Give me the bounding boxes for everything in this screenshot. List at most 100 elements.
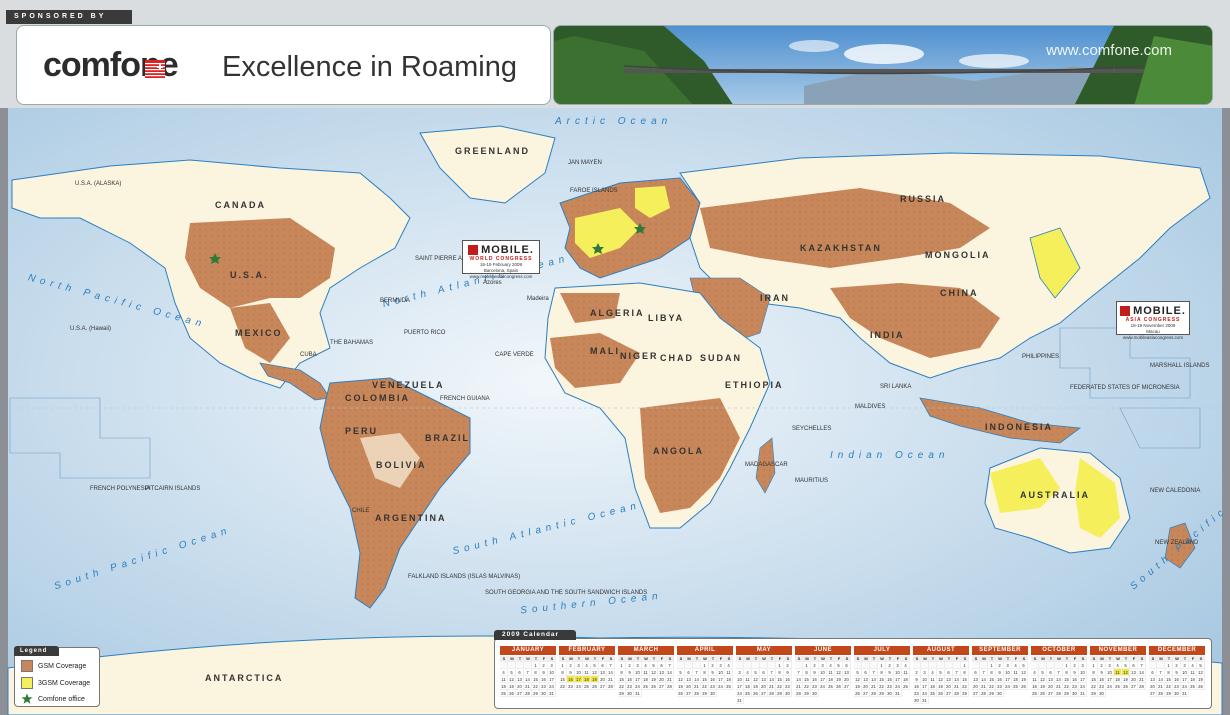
blank-day [752,662,760,669]
calendar-day: 26 [752,690,760,697]
calendar-day: 25 [642,683,650,690]
calendar-day: 1 [1090,662,1098,669]
month-grid: S M T W T F S 1 2 3 4 5 6 7 8 9 10 11 12 13 14 15 16 17 18 19 20 21… [913,656,969,704]
month-grid: S M T W T F S 1 2 3 4 5 6 7 8 9 10 11 12 13 14 15 16 17 18 19 20 21… [677,656,733,697]
sponsor-tab: SPONSORED BY [6,10,132,24]
calendar-day: 9 [996,669,1004,676]
calendar-day: 18 [902,676,910,683]
calendar-day: 3 [736,669,744,676]
calendar-day: 16 [811,676,819,683]
calendar-day: 28 [1055,690,1063,697]
calendar-day: 6 [862,669,870,676]
calendar-day: 16 [567,676,575,683]
calendar-day: 6 [1047,669,1055,676]
calendar-day: 22 [532,683,540,690]
calendar-day: 19 [650,676,658,683]
calendar-day: 21 [524,683,532,690]
calendar-day: 24 [921,690,929,697]
calendar-day: 23 [1071,683,1079,690]
website-url: www.comfone.com [1046,42,1172,59]
calendar-day: 8 [1165,669,1173,676]
calendar-day: 15 [1090,676,1098,683]
calendar-day: 25 [500,690,508,697]
calendar-day: 20 [862,683,870,690]
calendar-day: 7 [870,669,878,676]
calendar-month-december: DECEMBER S M T W T F S 1 2 3 4 5 6 7 8 9 10 11 12 13 14 15 16 17… [1149,646,1205,697]
calendar-day: 11 [744,676,752,683]
calendar-day: 27 [843,683,851,690]
calendar-day: 22 [961,683,969,690]
calendar-day: 25 [725,683,733,690]
calendar-day: 26 [1039,690,1047,697]
month-grid: S M T W T F S 1 2 3 4 5 6 7 8 9 10 11 12 13 14 15 16 17 18 19 20 21… [559,656,615,690]
calendar-day: 16 [709,676,717,683]
calendar-day: 3 [819,662,827,669]
region-pitcairn: PITCAIRN ISLANDS [145,486,201,492]
calendar-day: 8 [776,669,784,676]
calendar-day: 19 [937,683,945,690]
calendar-day: 7 [666,662,674,669]
calendar-day: 30 [1173,690,1181,697]
month-grid: S M T W T F S 1 2 3 4 5 6 7 8 9 10 11 12 13 14 15 16 17 18 19 20 21… [972,656,1028,697]
calendar-day: 7 [1055,669,1063,676]
calendar-day: 22 [803,683,811,690]
calendar-day: 8 [1063,669,1071,676]
calendar-day: 18 [744,683,752,690]
world-map: Arctic Ocean North Pacific Ocean North A… [0,108,1230,715]
calendar-day: 1 [532,662,540,669]
region-mauritius: MAURITIUS [795,478,828,484]
calendar-day: 19 [752,683,760,690]
calendar-day: 2 [784,662,792,669]
mac-name: MOBILE. [1133,305,1186,317]
calendar-day: 21 [1138,676,1146,683]
calendar-day: 14 [524,676,532,683]
month-name: AUGUST [913,646,969,655]
calendar-day: 28 [666,683,674,690]
region-chad: CHAD [660,353,694,363]
calendar-day: 23 [567,683,575,690]
month-name: MARCH [618,646,674,655]
calendar-day: 27 [658,683,666,690]
calendar-day: 5 [1039,669,1047,676]
calendar-day: 2 [996,662,1004,669]
calendar-day: 22 [559,683,567,690]
calendar-day: 20 [599,676,607,683]
calendar-day: 13 [1149,676,1157,683]
calendar-day: 24 [736,690,744,697]
region-indonesia: INDONESIA [985,422,1054,432]
calendar-day: 23 [996,683,1004,690]
month-grid: S M T W T F S 1 2 3 4 5 6 7 8 9 10 11 12 13 14 15 16 17 18 19 20 21… [736,656,792,704]
calendar-day: 28 [693,690,701,697]
calendar-day: 11 [1012,669,1020,676]
calendar-day: 20 [1130,676,1138,683]
region-seychelles: SEYCHELLES [792,426,832,432]
calendar-day: 28 [795,690,803,697]
calendar-day: 19 [835,676,843,683]
calendar-day: 28 [607,683,615,690]
calendar-day: 7 [607,662,615,669]
calendar-day: 11 [583,669,591,676]
month-name: MAY [736,646,792,655]
calendar-day: 6 [658,662,666,669]
calendar-day: 23 [784,683,792,690]
legend-label-3gsm: 3GSM Coverage [38,679,91,687]
calendar-day: 17 [717,676,725,683]
month-grid: S M T W T F S 1 2 3 4 5 6 7 8 9 10 11 12 13 14 15 16 17 18 19 20 21… [1031,656,1087,697]
region-maldives: MALDIVES [855,404,886,410]
calendar-day: 1 [988,662,996,669]
calendar-day: 2 [811,662,819,669]
calendar-day: 25 [902,683,910,690]
calendar-day: 2 [709,662,717,669]
region-micronesia: FEDERATED STATES OF MICRONESIA [1070,385,1180,391]
calendar-day: 9 [626,669,634,676]
calendar-day: 6 [843,662,851,669]
calendar-day: 4 [1012,662,1020,669]
calendar-day: 10 [575,669,583,676]
calendar-day: 10 [921,676,929,683]
calendar-day: 26 [650,683,658,690]
calendar-day: 17 [575,676,583,683]
region-south-georgia: SOUTH GEORGIA AND THE SOUTH SANDWICH ISL… [485,590,648,596]
month-grid: S M T W T F S 1 2 3 4 5 6 7 8 9 10 11 12 13 14 15 16 17 18 19 20 21… [1149,656,1205,697]
calendar-day: 19 [854,683,862,690]
legend-label-office: Comfone office [38,695,85,703]
